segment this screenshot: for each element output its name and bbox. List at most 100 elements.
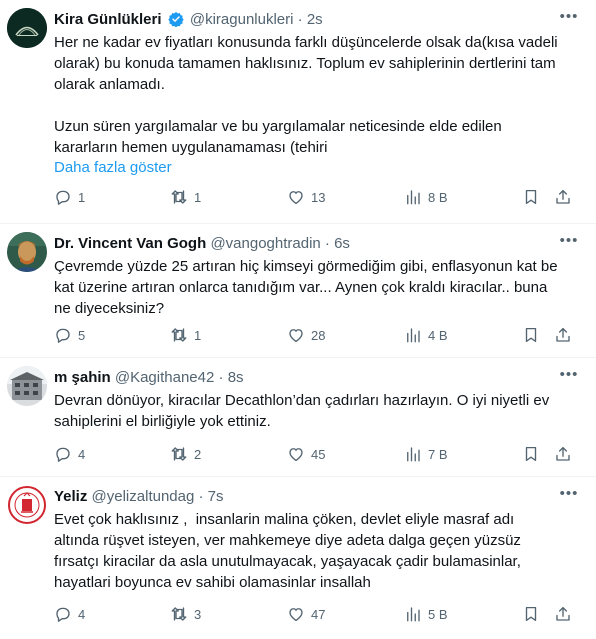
author-name[interactable]: Yeliz: [54, 488, 87, 505]
separator-dot: ·: [297, 11, 303, 28]
retweet-count: 1: [194, 189, 202, 205]
like-count: 13: [311, 189, 326, 205]
retweet-button[interactable]: 1: [170, 325, 201, 345]
share-icon: [556, 189, 570, 204]
bookmark-icon: [525, 189, 537, 205]
tweet[interactable]: Dr. Vincent Van Gogh @vangoghtradin · 6s…: [0, 224, 596, 358]
bookmark-icon: [525, 606, 537, 622]
retweet-button[interactable]: 1: [170, 187, 201, 207]
reply-button[interactable]: 4: [54, 604, 85, 624]
heart-icon: [289, 448, 303, 462]
views-icon: [407, 607, 420, 622]
reply-icon: [56, 328, 70, 343]
tweet-header: Yeliz @yelizaltundag · 7s •••: [54, 486, 580, 507]
tweet-text: Her ne kadar ev fiyatları konusunda fark…: [54, 34, 558, 156]
reply-count: 4: [78, 606, 86, 622]
reply-count: 4: [78, 446, 86, 462]
avatar[interactable]: [7, 366, 47, 406]
views-button[interactable]: 4 B: [404, 325, 448, 345]
reply-icon: [56, 190, 70, 205]
avatar[interactable]: [7, 232, 47, 272]
verified-badge-icon: [168, 12, 184, 27]
author-handle[interactable]: @kiragunlukleri: [190, 11, 294, 28]
tweet[interactable]: m şahin @Kagithane42 · 8s ••• Devran dön…: [0, 358, 596, 477]
retweet-icon: [171, 607, 187, 621]
show-more-link[interactable]: Daha fazla göster: [54, 158, 580, 178]
more-icon[interactable]: •••: [558, 233, 580, 254]
bookmark-icon: [525, 327, 537, 343]
author-handle[interactable]: @Kagithane42: [115, 369, 214, 386]
retweet-icon: [171, 328, 187, 342]
share-icon: [556, 446, 570, 461]
tweet-feed: Kira Günlükleri @kiragunlukleri · 2s •••…: [0, 0, 596, 639]
like-button[interactable]: 45: [287, 444, 325, 464]
bookmark-button[interactable]: [522, 187, 540, 207]
tweet-time[interactable]: 7s: [208, 488, 224, 505]
reply-count: 1: [78, 189, 86, 205]
author-handle[interactable]: @vangoghtradin: [210, 235, 320, 252]
avatar[interactable]: [7, 485, 47, 525]
retweet-button[interactable]: 3: [170, 604, 201, 624]
retweet-count: 1: [194, 327, 202, 343]
views-icon: [407, 447, 420, 462]
heart-icon: [289, 191, 303, 205]
retweet-button[interactable]: 2: [170, 444, 201, 464]
heart-icon: [289, 608, 303, 622]
like-button[interactable]: 47: [287, 604, 325, 624]
tweet-text: Çevremde yüzde 25 artıran hiç kimseyi gö…: [54, 258, 558, 317]
tweet-header: Dr. Vincent Van Gogh @vangoghtradin · 6s…: [54, 233, 580, 254]
heart-icon: [289, 329, 303, 343]
views-button[interactable]: 5 B: [404, 604, 448, 624]
share-button[interactable]: [554, 444, 572, 464]
views-count: 4 B: [428, 327, 448, 343]
separator-dot: ·: [218, 369, 224, 386]
reply-icon: [56, 607, 70, 622]
share-button[interactable]: [554, 325, 572, 345]
reply-button[interactable]: 4: [54, 444, 85, 464]
like-count: 45: [311, 446, 326, 462]
views-button[interactable]: 7 B: [404, 444, 448, 464]
views-button[interactable]: 8 B: [404, 187, 448, 207]
bookmark-button[interactable]: [522, 444, 540, 464]
share-button[interactable]: [554, 604, 572, 624]
like-button[interactable]: 13: [287, 187, 325, 207]
author-name[interactable]: Kira Günlükleri: [54, 11, 162, 28]
views-count: 7 B: [428, 446, 448, 462]
retweet-count: 3: [194, 606, 202, 622]
tweet-header: m şahin @Kagithane42 · 8s •••: [54, 367, 580, 388]
tweet[interactable]: Yeliz @yelizaltundag · 7s ••• Evet çok h…: [0, 477, 596, 639]
retweet-count: 2: [194, 446, 202, 462]
bookmark-button[interactable]: [522, 604, 540, 624]
author-name[interactable]: m şahin: [54, 369, 111, 386]
views-count: 8 B: [428, 189, 448, 205]
more-icon[interactable]: •••: [558, 486, 580, 507]
tweet[interactable]: Kira Günlükleri @kiragunlukleri · 2s •••…: [0, 0, 596, 224]
tweet-actions: 4 3 47 5 B: [54, 604, 574, 624]
views-icon: [407, 328, 420, 343]
avatar[interactable]: [7, 8, 47, 48]
reply-count: 5: [78, 327, 86, 343]
more-icon[interactable]: •••: [558, 367, 580, 388]
tweet-time[interactable]: 2s: [307, 11, 323, 28]
like-count: 28: [311, 327, 326, 343]
views-icon: [407, 190, 420, 205]
like-button[interactable]: 28: [287, 325, 325, 345]
author-name[interactable]: Dr. Vincent Van Gogh: [54, 235, 206, 252]
bookmark-icon: [525, 446, 537, 462]
share-icon: [556, 606, 570, 621]
reply-icon: [56, 447, 70, 462]
author-handle[interactable]: @yelizaltundag: [92, 488, 195, 505]
tweet-text: Devran dönüyor, kiracılar Decathlon’dan …: [54, 392, 550, 430]
retweet-icon: [171, 190, 187, 204]
share-button[interactable]: [554, 187, 572, 207]
reply-button[interactable]: 5: [54, 325, 85, 345]
more-icon[interactable]: •••: [558, 9, 580, 30]
share-icon: [556, 327, 570, 342]
tweet-text: Evet çok haklısınız , insanlarin malina …: [54, 511, 521, 591]
tweet-time[interactable]: 6s: [334, 235, 350, 252]
tweet-actions: 1 1 13 8 B: [54, 187, 574, 207]
bookmark-button[interactable]: [522, 325, 540, 345]
reply-button[interactable]: 1: [54, 187, 85, 207]
tweet-time[interactable]: 8s: [228, 369, 244, 386]
like-count: 47: [311, 606, 326, 622]
